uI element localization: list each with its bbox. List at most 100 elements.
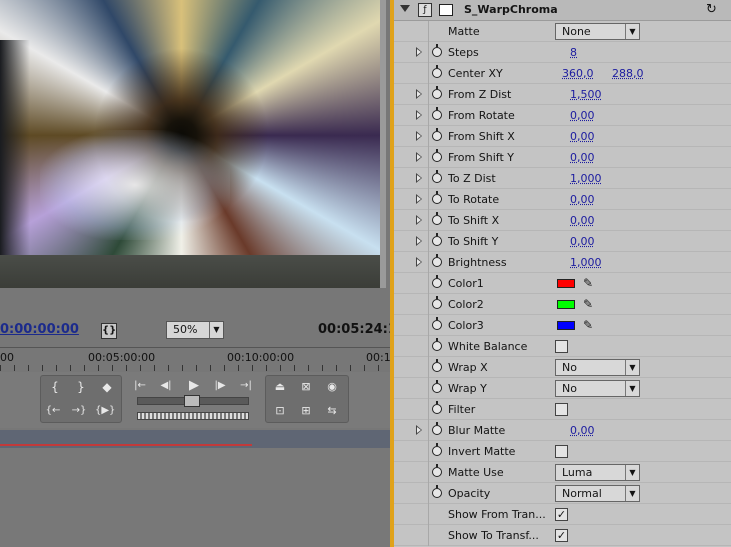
expand-triangle-icon[interactable] — [416, 194, 422, 204]
property-value[interactable]: 0,00 — [570, 130, 595, 143]
property-label: Show From Tran... — [448, 508, 546, 521]
export-frame-icon[interactable]: ◉ — [322, 378, 342, 396]
step-forward-edit-button[interactable]: →| — [236, 377, 256, 395]
stopwatch-icon[interactable] — [432, 380, 442, 393]
eyedropper-icon[interactable]: ✎ — [583, 297, 593, 311]
property-value[interactable]: 0,00 — [570, 424, 595, 437]
stopwatch-icon[interactable] — [432, 86, 442, 99]
property-value[interactable]: 8 — [570, 46, 577, 59]
stopwatch-icon[interactable] — [432, 212, 442, 225]
expand-triangle-icon[interactable] — [416, 425, 422, 435]
color-swatch[interactable] — [557, 279, 575, 288]
stopwatch-icon[interactable] — [432, 338, 442, 351]
property-checkbox[interactable]: ✓ — [555, 529, 568, 542]
property-checkbox[interactable]: ✓ — [555, 508, 568, 521]
stopwatch-icon[interactable] — [432, 44, 442, 57]
eyedropper-icon[interactable]: ✎ — [583, 276, 593, 290]
zoom-select[interactable]: 50% ▼ — [166, 321, 224, 339]
property-checkbox[interactable] — [555, 445, 568, 458]
stopwatch-icon[interactable] — [432, 485, 442, 498]
stopwatch-icon[interactable] — [432, 233, 442, 246]
stopwatch-icon[interactable] — [432, 401, 442, 414]
property-checkbox[interactable] — [555, 340, 568, 353]
property-label: Show To Transf... — [448, 529, 539, 542]
time-ruler[interactable]: 00 00:05:00:00 00:10:00:00 00:1 — [0, 347, 391, 371]
property-value[interactable]: 0,00 — [570, 109, 595, 122]
reset-icon[interactable]: ↻ — [706, 2, 717, 17]
stopwatch-icon[interactable] — [432, 107, 442, 120]
expand-triangle-icon[interactable] — [416, 215, 422, 225]
stopwatch-icon[interactable] — [432, 191, 442, 204]
fx-toggle-icon[interactable]: ƒ — [418, 3, 432, 17]
property-row: To Rotate 0,00 — [394, 189, 731, 210]
stopwatch-icon[interactable] — [432, 359, 442, 372]
stopwatch-icon[interactable] — [432, 65, 442, 78]
bracket-braces-icon[interactable]: {} — [101, 323, 117, 339]
expand-triangle-icon[interactable] — [416, 152, 422, 162]
stopwatch-icon[interactable] — [432, 275, 442, 288]
transport-controls: { } ◆ {← →} {▶} |← ◀| ▶ |▶ →| ⏏ ⊠ ◉ ⊡ ⊞ … — [0, 372, 390, 428]
property-dropdown[interactable]: Luma ▼ — [555, 464, 640, 481]
step-back-button[interactable]: ◀| — [156, 377, 176, 395]
center-x-value[interactable]: 360,0 — [562, 67, 594, 80]
current-timecode[interactable]: 0:00:00:00 — [0, 322, 79, 337]
marker-icon[interactable]: ◆ — [97, 378, 117, 396]
stopwatch-icon[interactable] — [432, 296, 442, 309]
eyedropper-icon[interactable]: ✎ — [583, 318, 593, 332]
goto-in-button[interactable]: {← — [43, 402, 63, 420]
stopwatch-icon[interactable] — [432, 128, 442, 141]
property-value[interactable]: 0,00 — [570, 151, 595, 164]
property-value[interactable]: 1,000 — [570, 256, 602, 269]
property-value[interactable]: 0,00 — [570, 193, 595, 206]
property-dropdown[interactable]: Normal ▼ — [555, 485, 640, 502]
property-value[interactable]: 0,00 — [570, 214, 595, 227]
property-checkbox[interactable] — [555, 403, 568, 416]
shuttle-knob[interactable] — [184, 395, 200, 407]
expand-triangle-icon[interactable] — [416, 131, 422, 141]
overlay-icon[interactable]: ⊞ — [296, 402, 316, 420]
stopwatch-icon[interactable] — [432, 422, 442, 435]
property-value[interactable]: 1,000 — [570, 172, 602, 185]
effect-header[interactable]: ƒ S_WarpChroma ↻ — [394, 0, 731, 21]
property-value[interactable]: 0,00 — [570, 235, 595, 248]
property-dropdown[interactable]: None ▼ — [555, 23, 640, 40]
property-value[interactable]: 1,500 — [570, 88, 602, 101]
property-row: Matte None ▼ — [394, 21, 731, 42]
collapse-triangle-icon[interactable] — [400, 5, 410, 12]
expand-triangle-icon[interactable] — [416, 110, 422, 120]
color-swatch[interactable] — [557, 321, 575, 330]
mark-in-button[interactable]: { — [45, 378, 65, 396]
stopwatch-icon[interactable] — [432, 149, 442, 162]
stopwatch-icon[interactable] — [432, 464, 442, 477]
property-label: To Shift X — [448, 214, 500, 227]
property-label: To Rotate — [448, 193, 500, 206]
expand-triangle-icon[interactable] — [416, 173, 422, 183]
timeline-track[interactable] — [0, 430, 390, 448]
step-forward-button[interactable]: |▶ — [210, 377, 230, 395]
stopwatch-icon[interactable] — [432, 443, 442, 456]
chevron-down-icon: ▼ — [209, 322, 223, 338]
play-in-out-button[interactable]: {▶} — [95, 402, 115, 420]
lift-icon[interactable]: ⏏ — [270, 378, 290, 396]
mark-out-button[interactable]: } — [71, 378, 91, 396]
expand-triangle-icon[interactable] — [416, 47, 422, 57]
step-back-edit-button[interactable]: |← — [130, 377, 150, 395]
center-y-value[interactable]: 288,0 — [612, 67, 644, 80]
shuttle-slider[interactable] — [137, 395, 249, 407]
color-swatch[interactable] — [557, 300, 575, 309]
play-button[interactable]: ▶ — [184, 377, 204, 395]
expand-triangle-icon[interactable] — [416, 236, 422, 246]
expand-triangle-icon[interactable] — [416, 257, 422, 267]
insert-icon[interactable]: ⊡ — [270, 402, 290, 420]
dropdown-value: None — [562, 25, 591, 38]
stopwatch-icon[interactable] — [432, 170, 442, 183]
trim-icon[interactable]: ⇆ — [322, 402, 342, 420]
stopwatch-icon[interactable] — [432, 317, 442, 330]
stopwatch-icon[interactable] — [432, 254, 442, 267]
jog-wheel[interactable] — [137, 412, 249, 420]
extract-icon[interactable]: ⊠ — [296, 378, 316, 396]
expand-triangle-icon[interactable] — [416, 89, 422, 99]
property-dropdown[interactable]: No ▼ — [555, 380, 640, 397]
property-dropdown[interactable]: No ▼ — [555, 359, 640, 376]
goto-out-button[interactable]: →} — [69, 402, 89, 420]
